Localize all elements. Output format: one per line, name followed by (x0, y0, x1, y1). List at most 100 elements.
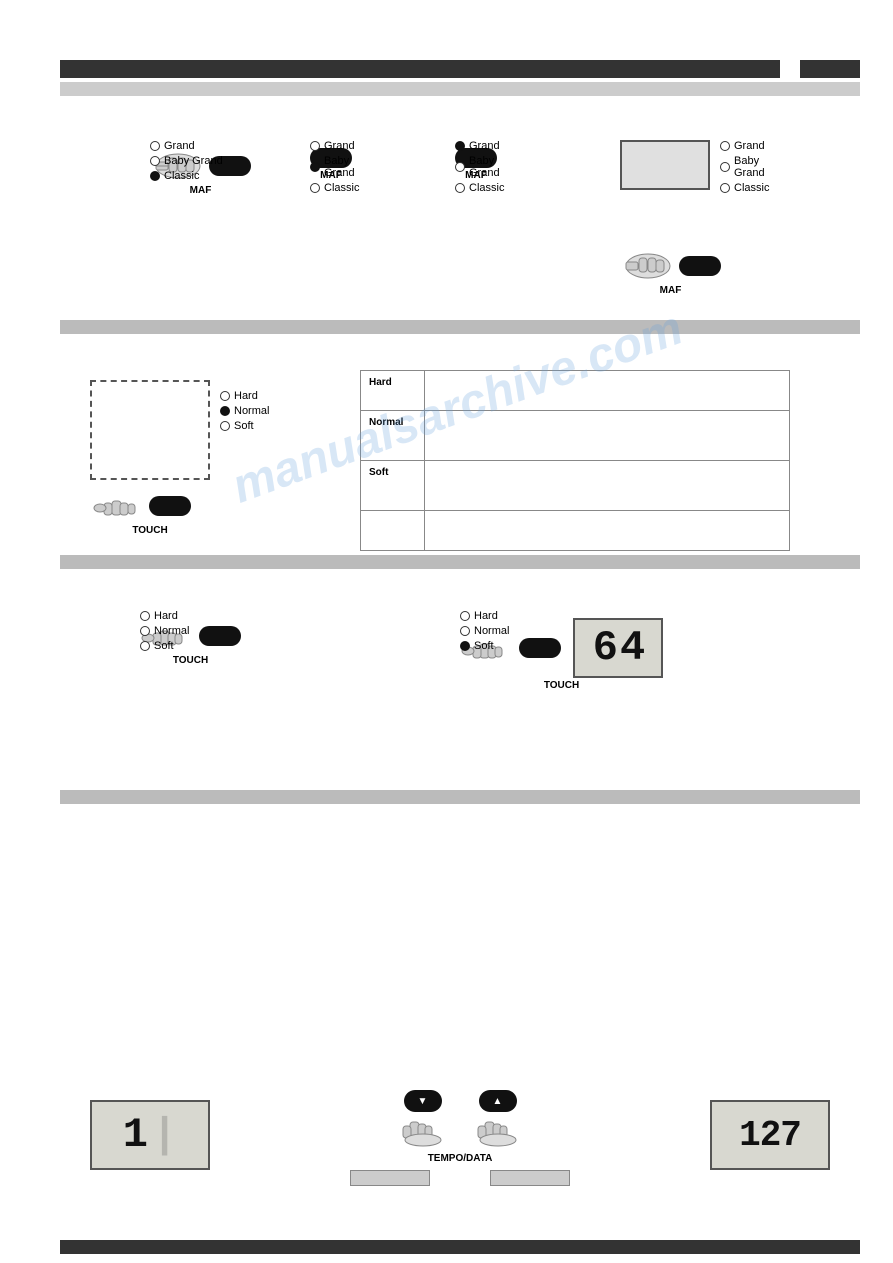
info-table: Hard Normal Soft (360, 370, 790, 551)
radio-label-normal-s3r: Normal (474, 625, 509, 637)
radio-circle-classic-3 (455, 183, 465, 193)
maf-label-4: MAF (620, 285, 721, 296)
radio-label-grand-2: Grand (324, 140, 355, 152)
tempo-btn-right[interactable] (490, 1170, 570, 1186)
bottom-left-partial: | (152, 1111, 177, 1159)
radio-babygrand-2[interactable]: Baby Grand (310, 155, 359, 179)
radio-grand-2[interactable]: Grand (310, 140, 359, 152)
radio-circle-normal-s3r (460, 626, 470, 636)
touch-radio-s3-right: Hard Normal Soft (460, 610, 509, 652)
radio-hard-s3r[interactable]: Hard (460, 610, 509, 622)
tempo-buttons: ▼ ▲ (395, 1090, 525, 1149)
radio-classic-1[interactable]: Classic (150, 170, 223, 182)
radio-soft[interactable]: Soft (220, 420, 269, 432)
touch-button-s3r[interactable] (519, 638, 561, 658)
tempo-btn-left[interactable] (350, 1170, 430, 1186)
radio-classic-4[interactable]: Classic (720, 182, 769, 194)
header-bar (60, 60, 780, 78)
touch-right-s3: Hard Normal Soft 6 (460, 610, 663, 691)
hand-icon-4 (620, 248, 675, 283)
radio-circle-classic-4 (720, 183, 730, 193)
radio-circle-soft-s3l (140, 641, 150, 651)
bottom-left-display: 1 | (90, 1100, 210, 1170)
radio-circle-normal-s3l (140, 626, 150, 636)
table-row-extra (361, 511, 790, 551)
touch-left-s3: Hard Normal Soft TOUCH (140, 610, 241, 666)
section-divider-3 (60, 790, 860, 804)
bottom-bar (60, 1240, 860, 1254)
maf-group-3: Grand Baby Grand Classic MAF (455, 140, 497, 181)
radio-classic-2[interactable]: Classic (310, 182, 359, 194)
radio-label-classic-2: Classic (324, 182, 359, 194)
touch-button[interactable] (149, 496, 191, 516)
table-cell-hard-label: Hard (361, 371, 425, 411)
radio-circle-classic-1 (150, 171, 160, 181)
bottom-right-display-container: 127 (710, 1100, 830, 1170)
radio-babygrand-3[interactable]: Baby Grand (455, 155, 504, 179)
table-cell-soft-value (425, 461, 790, 511)
radio-group-1: Grand Baby Grand Classic (150, 140, 223, 182)
lcd-digit-4: 4 (620, 624, 643, 672)
radio-babygrand-1[interactable]: Baby Grand (150, 155, 223, 167)
maf-group-2: Grand Baby Grand Classic MAF (310, 140, 352, 181)
radio-grand-1[interactable]: Grand (150, 140, 223, 152)
radio-circle-soft-s3r (460, 641, 470, 651)
radio-classic-3[interactable]: Classic (455, 182, 504, 194)
bottom-left-display-container: 1 | (90, 1100, 210, 1170)
touch-label: TOUCH (90, 525, 210, 536)
touch-left: Hard Normal Soft TOUCH (90, 380, 210, 536)
table-cell-normal-label: Normal (361, 411, 425, 461)
radio-normal-s3l[interactable]: Normal (140, 625, 189, 637)
radio-hard[interactable]: Hard (220, 390, 269, 402)
tempo-data-label: TEMPO/DATA (428, 1153, 493, 1164)
radio-babygrand-4[interactable]: Baby Grand (720, 155, 769, 179)
radio-group-3: Grand Baby Grand Classic (455, 140, 504, 194)
radio-label-grand-1: Grand (164, 140, 195, 152)
radio-circle-soft (220, 421, 230, 431)
radio-normal-s3r[interactable]: Normal (460, 625, 509, 637)
radio-label-soft-s3l: Soft (154, 640, 174, 652)
radio-label-classic-3: Classic (469, 182, 504, 194)
radio-circle-babygrand-3 (455, 162, 465, 172)
radio-grand-4[interactable]: Grand (720, 140, 769, 152)
radio-circle-grand-1 (150, 141, 160, 151)
radio-group-2: Grand Baby Grand Classic (310, 140, 359, 194)
tempo-down-button[interactable]: ▼ (404, 1090, 442, 1112)
maf-display-4 (620, 140, 710, 190)
section-divider-2 (60, 555, 860, 569)
radio-soft-s3r[interactable]: Soft (460, 640, 509, 652)
table-row-soft: Soft (361, 461, 790, 511)
tempo-up-group: ▲ (470, 1090, 525, 1149)
hand-down-icon (395, 1114, 450, 1149)
table-row-normal: Normal (361, 411, 790, 461)
tempo-up-button[interactable]: ▲ (479, 1090, 517, 1112)
table-cell-hard-value (425, 371, 790, 411)
radio-grand-3[interactable]: Grand (455, 140, 504, 152)
touch-button-s3l[interactable] (199, 626, 241, 646)
radio-label-normal: Normal (234, 405, 269, 417)
radio-group-4: Grand Baby Grand Classic (720, 140, 769, 194)
radio-normal[interactable]: Normal (220, 405, 269, 417)
table-cell-soft-label: Soft (361, 461, 425, 511)
section-bottom: 1 | ▼ ▲ (60, 1080, 860, 1230)
info-table-container: Hard Normal Soft (360, 370, 790, 551)
radio-label-grand-3: Grand (469, 140, 500, 152)
touch-label-s3r: TOUCH (460, 680, 663, 691)
radio-circle-grand-4 (720, 141, 730, 151)
maf-button-4[interactable] (679, 256, 721, 276)
radio-label-soft: Soft (234, 420, 254, 432)
dashed-box (90, 380, 210, 480)
bottom-right-display: 127 (710, 1100, 830, 1170)
radio-label-hard: Hard (234, 390, 258, 402)
tempo-bottom-buttons (350, 1170, 570, 1186)
section-divider-1 (60, 320, 860, 334)
radio-soft-s3l[interactable]: Soft (140, 640, 189, 652)
radio-hard-s3l[interactable]: Hard (140, 610, 189, 622)
radio-circle-hard-s3l (140, 611, 150, 621)
radio-circle-babygrand-4 (720, 162, 730, 172)
maf-label-1: MAF (150, 185, 251, 196)
table-cell-normal-value (425, 411, 790, 461)
radio-circle-grand-3 (455, 141, 465, 151)
radio-circle-babygrand-1 (150, 156, 160, 166)
touch-radio-s3-left: Hard Normal Soft (140, 610, 189, 652)
